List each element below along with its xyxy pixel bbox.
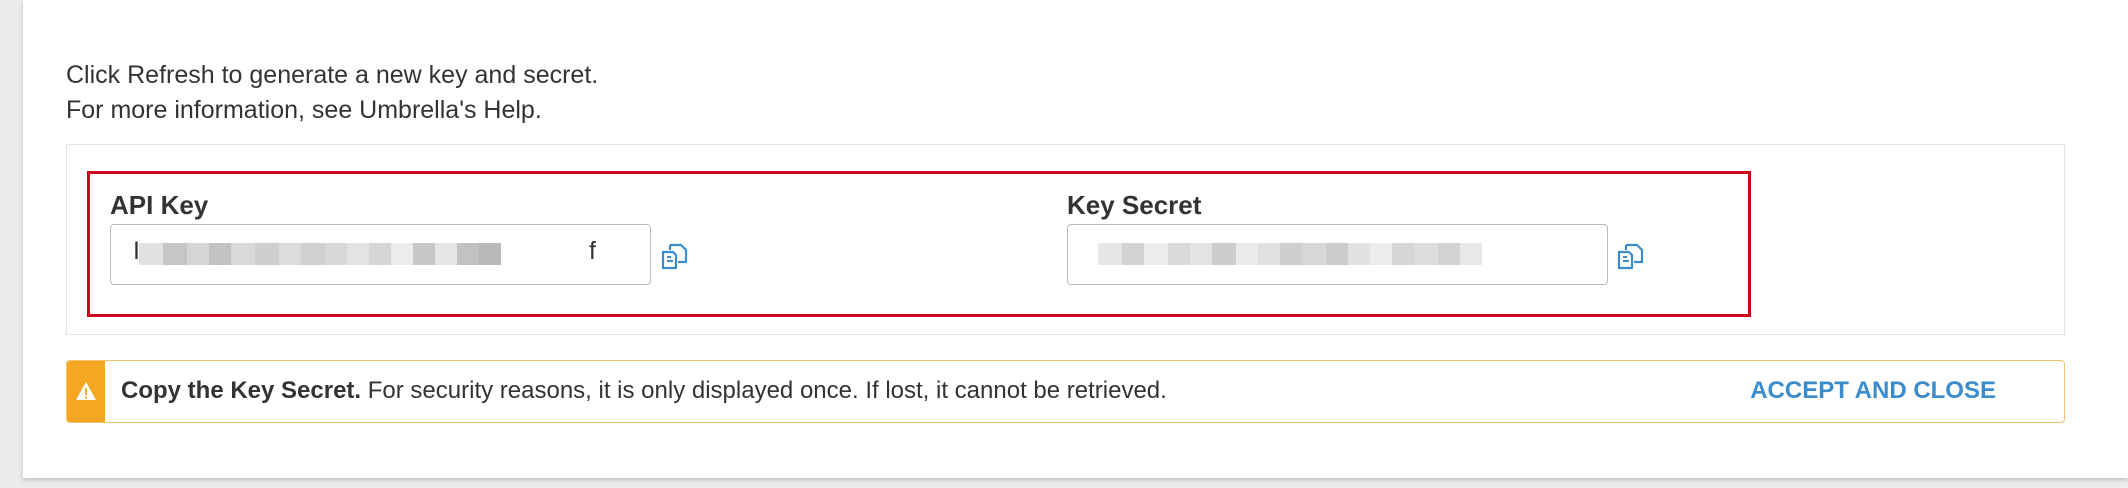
copy-key-secret-icon[interactable] xyxy=(1615,241,1645,271)
accept-and-close-button[interactable]: ACCEPT AND CLOSE xyxy=(1750,377,1996,405)
alert-body-text: For security reasons, it is only display… xyxy=(361,377,1167,404)
key-secret-label: Key Secret xyxy=(1067,190,1202,220)
alert-message: Copy the Key Secret. For security reason… xyxy=(121,377,1167,405)
api-key-suffix: f xyxy=(589,237,596,265)
copy-api-key-icon[interactable] xyxy=(659,241,689,271)
alert-stripe xyxy=(67,361,105,422)
info-line-help: For more information, see Umbrella's Hel… xyxy=(66,96,542,124)
info-line-refresh: Click Refresh to generate a new key and … xyxy=(66,61,599,89)
key-secret-redacted-value xyxy=(1098,243,1482,265)
api-key-redacted-value xyxy=(139,243,501,265)
api-key-field[interactable]: I f xyxy=(110,224,651,285)
api-key-label: API Key xyxy=(110,190,209,220)
key-secret-field[interactable] xyxy=(1067,224,1608,285)
warning-icon xyxy=(76,382,96,400)
info-text: Click Refresh to generate a new key and … xyxy=(66,58,598,128)
key-secret-warning-alert: Copy the Key Secret. For security reason… xyxy=(66,360,2065,423)
alert-bold-text: Copy the Key Secret. xyxy=(121,377,362,404)
